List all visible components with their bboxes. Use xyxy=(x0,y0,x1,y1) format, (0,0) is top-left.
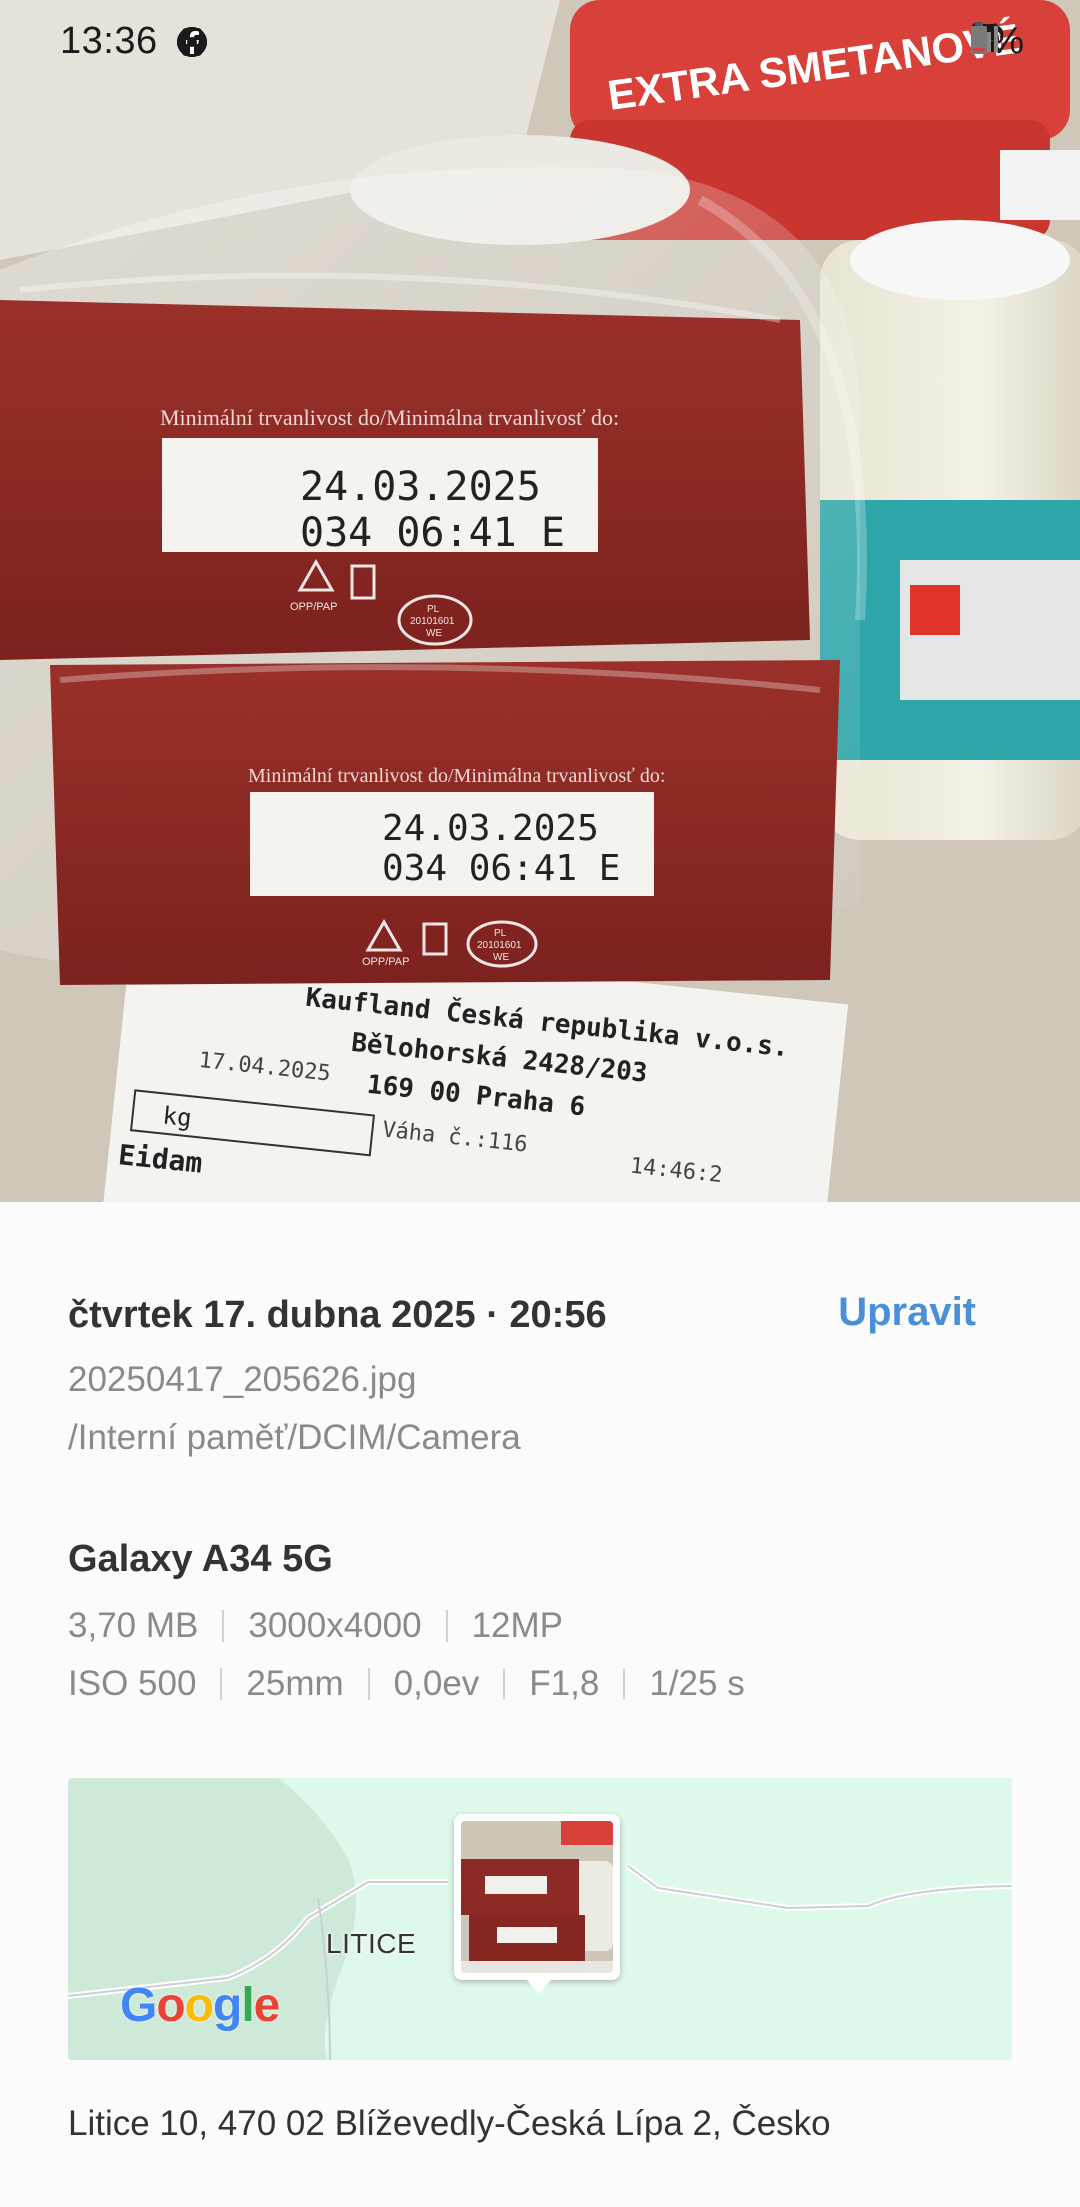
photo-location-pin[interactable] xyxy=(454,1814,620,1994)
cheese-box-bottom: Minimální trvanlivost do/Minimálna trvan… xyxy=(50,660,840,985)
battery-icon xyxy=(971,22,988,54)
google-logo-letter: o xyxy=(184,1979,214,2032)
location-map[interactable]: LITICE Google xyxy=(68,1778,1012,2060)
edit-button[interactable]: Upravit xyxy=(838,1290,976,1335)
google-logo-letter: g xyxy=(213,1979,242,2032)
exposure-value: 0,0ev xyxy=(393,1664,480,1703)
file-name: 20250417_205626.jpg xyxy=(68,1360,417,1399)
file-size: 3,70 MB xyxy=(68,1606,199,1645)
status-bar: 13:36 5% xyxy=(0,0,1080,84)
stamp-text-top-1: PL xyxy=(427,604,440,615)
status-time: 13:36 xyxy=(60,20,158,62)
system-icons: 5% xyxy=(969,20,1024,63)
google-logo-letter: e xyxy=(253,1979,281,2032)
code-line-bottom: 034 06:41 E xyxy=(382,848,620,889)
divider xyxy=(220,1668,223,1700)
cheese-box-top: Minimální trvanlivost do/Minimálna trvan… xyxy=(0,300,810,660)
stamp-text-top-2: 20101601 xyxy=(410,616,455,627)
divider xyxy=(445,1610,448,1642)
receipt-unit: kg xyxy=(161,1101,193,1132)
google-logo: Google xyxy=(120,1978,281,2033)
recycling-code-top: OPP/PAP xyxy=(290,601,337,613)
file-meta-row: 3,70 MB 3000x4000 12MP xyxy=(68,1606,563,1646)
file-path: /Interní paměť/DCIM/Camera xyxy=(68,1418,521,1457)
stamp-text-bottom-3: WE xyxy=(493,952,509,963)
divider xyxy=(503,1668,506,1700)
stamp-text-bottom-2: 20101601 xyxy=(477,940,522,951)
camera-meta-row: ISO 500 25mm 0,0ev F1,8 1/25 s xyxy=(68,1664,745,1704)
best-before-bottom: 24.03.2025 xyxy=(382,808,599,849)
iso-value: ISO 500 xyxy=(68,1664,197,1703)
device-name: Galaxy A34 5G xyxy=(68,1538,333,1580)
code-line-top: 034 06:41 E xyxy=(300,510,565,556)
photo-preview[interactable]: EXTRA SMETANOVÉ Kaufland Česká republika… xyxy=(0,0,1080,1202)
best-before-top: 24.03.2025 xyxy=(300,464,541,510)
location-address: Litice 10, 470 02 Blíževedly-Česká Lípa … xyxy=(68,2104,831,2143)
megapixels: 12MP xyxy=(471,1606,564,1645)
capture-date: čtvrtek 17. dubna 2025 · 20:56 xyxy=(68,1294,607,1336)
recycling-code-bottom: OPP/PAP xyxy=(362,956,409,968)
google-logo-letter: o xyxy=(156,1979,185,2032)
label-text-bottom: Minimální trvanlivost do/Minimálna trvan… xyxy=(248,765,665,787)
divider xyxy=(623,1668,626,1700)
focal-length: 25mm xyxy=(246,1664,344,1703)
shutter-speed: 1/25 s xyxy=(649,1664,745,1703)
label-text-top: Minimální trvanlivost do/Minimálna trvan… xyxy=(160,405,619,430)
google-logo-letter: l xyxy=(241,1979,254,2032)
details-panel: čtvrtek 17. dubna 2025 · 20:56 Upravit 2… xyxy=(0,1202,1080,2207)
dot-icon xyxy=(187,37,197,47)
aperture: F1,8 xyxy=(529,1664,600,1703)
divider xyxy=(367,1668,370,1700)
divider xyxy=(222,1610,225,1642)
google-logo-letter: G xyxy=(120,1979,157,2032)
photo-scene: EXTRA SMETANOVÉ Kaufland Česká republika… xyxy=(0,0,1080,1202)
resolution: 3000x4000 xyxy=(248,1606,422,1645)
map-place-label: LITICE xyxy=(326,1928,417,1959)
photo-thumbnail xyxy=(461,1821,613,1973)
stamp-text-bottom-1: PL xyxy=(494,928,507,939)
stamp-text-top-3: WE xyxy=(426,628,442,639)
